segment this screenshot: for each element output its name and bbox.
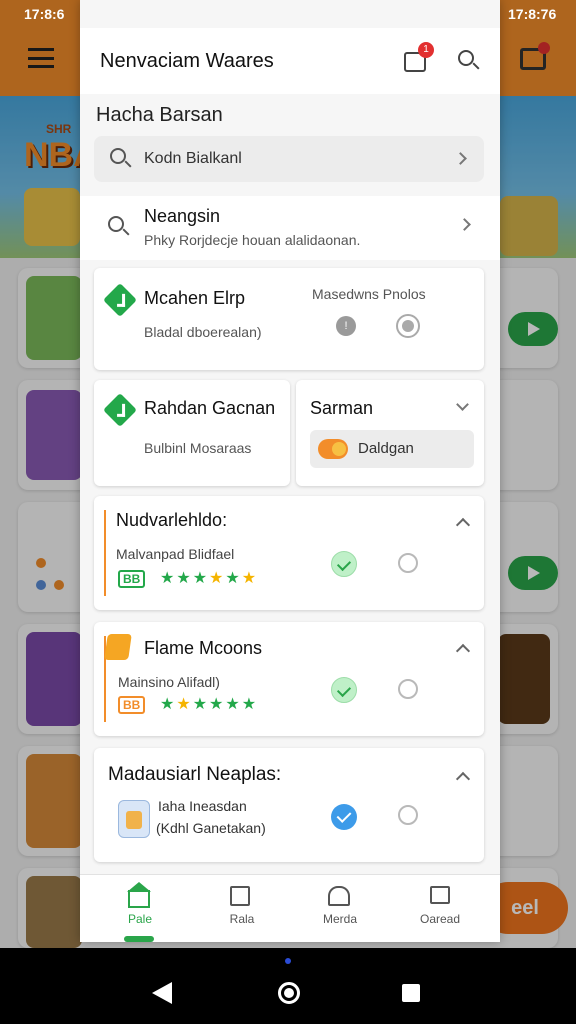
star-rating: ★★★★★★ — [160, 570, 259, 587]
chevron-up-icon[interactable] — [455, 517, 471, 533]
info-icon: ! — [336, 316, 356, 336]
system-navigation-bar — [0, 948, 576, 1024]
flame-icon — [104, 634, 132, 660]
edit-icon — [230, 886, 250, 906]
chevron-up-icon[interactable] — [455, 771, 471, 787]
option-radio-outline[interactable] — [396, 314, 420, 338]
option-card-right[interactable]: Sarman Daldgan — [296, 380, 484, 486]
result-search-icon — [108, 216, 130, 238]
search-icon[interactable] — [458, 50, 480, 72]
option-subtitle: Bladal dboerealan) — [144, 324, 262, 340]
group-title: Nudvarlehldo: — [116, 510, 228, 530]
tab-label: Merda — [322, 912, 357, 926]
option-left-subtitle: Bulbinl Mosaraas — [144, 440, 252, 456]
tab-active-indicator — [124, 936, 154, 942]
check-circle-icon — [103, 393, 137, 427]
page-title: Nenvaciam Waares — [100, 50, 274, 72]
radio-selected[interactable] — [331, 551, 357, 577]
option-left-title: Rahdan Gacnan — [144, 398, 276, 418]
status-time-left: 17:8:6 — [24, 6, 65, 22]
group-title: Flame Mcoons — [144, 638, 263, 658]
option-card-left[interactable]: Rahdan Gacnan Bulbinl Mosaraas — [94, 380, 290, 486]
notification-badge: 1 — [418, 42, 434, 58]
tab-people[interactable]: Merda — [288, 884, 392, 936]
settings-sheet: Nenvaciam Waares 1 Hacha Barsan Kodn Bia… — [80, 0, 500, 942]
search-result-row[interactable]: Neangsin Phky Rorjdecje houan alalidaona… — [80, 196, 500, 260]
recents-button[interactable] — [402, 984, 420, 1002]
chevron-right-icon — [454, 152, 467, 165]
option-right-title: Sarman — [310, 398, 374, 418]
tab-label: Oaread — [419, 912, 461, 926]
expand-group-2[interactable]: Flame Mcoons Mainsino Alifadl) BB ★★★★★★ — [94, 622, 484, 736]
group-subtitle: Malvanpad Blidfael — [116, 546, 235, 562]
star-rating: ★★★★★★ — [160, 696, 259, 713]
status-time-right: 17:8:76 — [508, 6, 557, 22]
rating-badge: BB — [118, 570, 146, 588]
expand-group-1[interactable]: Nudvarlehldo: Malvanpad Blidfael BB ★★★★… — [94, 496, 484, 610]
radio-selected[interactable] — [331, 677, 357, 703]
notification-button[interactable]: 1 — [402, 42, 434, 72]
back-button[interactable] — [152, 982, 172, 1004]
check-circle-icon — [103, 283, 137, 317]
chip-label: Daldgan — [358, 440, 414, 457]
chevron-down-icon — [456, 398, 469, 411]
radio-selected-blue[interactable] — [331, 804, 357, 830]
option-card-primary[interactable]: Mcahen Elrp Bladal dboerealan) Masedwns … — [94, 268, 484, 370]
people-icon — [328, 886, 350, 906]
search-field-icon — [110, 148, 132, 170]
option-title: Mcahen Elrp — [144, 288, 246, 308]
option-chip[interactable]: Daldgan — [310, 430, 474, 468]
rating-badge: BB — [118, 696, 146, 714]
group-subtitle: Mainsino Alifadl) — [118, 674, 220, 690]
inbox-icon — [430, 886, 450, 904]
tab-label: Rala — [229, 912, 255, 926]
search-field[interactable]: Kodn Bialkanl — [94, 136, 484, 182]
group-item-title: Iaha Ineasdan — [158, 798, 247, 814]
tab-home[interactable]: Pale — [88, 882, 192, 942]
notification-count: 1 — [423, 44, 429, 55]
result-subtitle: Phky Rorjdecje houan alalidaonan. — [144, 232, 361, 248]
coin-icon — [318, 439, 348, 459]
tab-inbox[interactable]: Oaread — [388, 884, 492, 936]
home-button[interactable] — [278, 982, 300, 1004]
radio-unselected[interactable] — [398, 805, 418, 825]
search-field-text: Kodn Bialkanl — [144, 150, 242, 167]
nav-dot — [285, 958, 291, 964]
option-right-label: Masedwns Pnolos — [312, 286, 426, 302]
group-title: Madausiarl Neaplas: — [108, 764, 282, 785]
section-title: Hacha Barsan — [96, 104, 223, 126]
radio-unselected[interactable] — [398, 553, 418, 573]
home-icon — [128, 890, 150, 908]
sheet-header: Nenvaciam Waares 1 — [80, 28, 500, 94]
expand-group-3[interactable]: Madausiarl Neaplas: Iaha Ineasdan (Kdhl … — [94, 748, 484, 862]
result-title: Neangsin — [144, 206, 221, 226]
tab-edit[interactable]: Rala — [190, 884, 294, 936]
chevron-right-icon — [458, 218, 471, 231]
tab-label: Pale — [127, 912, 153, 926]
app-icon — [118, 800, 150, 838]
chevron-up-icon[interactable] — [455, 643, 471, 659]
group-accent-bar — [104, 510, 106, 596]
group-item-subtitle: (Kdhl Ganetakan) — [156, 820, 266, 836]
radio-unselected[interactable] — [398, 679, 418, 699]
